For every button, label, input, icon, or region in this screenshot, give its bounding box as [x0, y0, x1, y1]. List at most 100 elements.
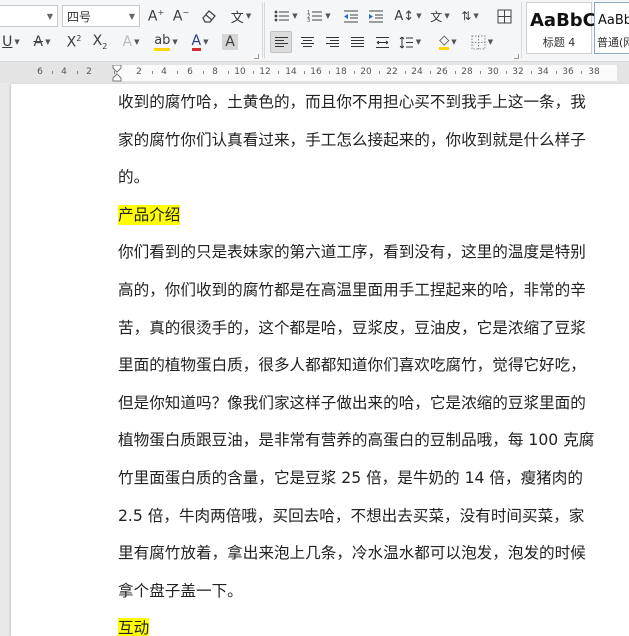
- decrease-indent-button[interactable]: [341, 5, 361, 27]
- ruler-number: 20: [360, 67, 372, 77]
- line-text: 竹里面蛋白质的含量，它是豆浆 25 倍，是牛奶的 14 倍，瘦猪肉的: [118, 468, 583, 487]
- horizontal-ruler[interactable]: 6 4 2 2 4 6 8 10 12 14 16 18 20 22 24 26 28 30 32 34 36 38: [0, 63, 629, 83]
- text-line[interactable]: 但是你知道吗？像我们家这样子做出来的哈，它是浓缩的豆浆里面的: [118, 385, 618, 423]
- show-hide-marks-button[interactable]: ⇅ ▼: [458, 5, 482, 27]
- text-line[interactable]: 的。: [118, 159, 618, 197]
- ruler-tick: [354, 71, 355, 74]
- ruler-tick: [329, 71, 330, 74]
- text-line[interactable]: 竹里面蛋白质的含量，它是豆浆 25 倍，是牛奶的 14 倍，瘦猪肉的: [118, 460, 618, 498]
- numbered-list-icon: 123: [307, 10, 323, 23]
- style-normal-web[interactable]: AaBb 普通(网: [594, 2, 629, 54]
- style-gallery: AaBbC 标题 4 AaBb 普通(网: [526, 2, 629, 58]
- distributed-align-button[interactable]: [371, 31, 393, 53]
- line-text: 高的，你们收到的腐竹都是在高温里面用手工捏起来的哈，非常的辛: [118, 280, 586, 299]
- table-borders-button[interactable]: [494, 5, 514, 27]
- clear-formatting-button[interactable]: [198, 5, 220, 27]
- phonetic-guide-button[interactable]: 文 ▼: [227, 5, 255, 27]
- eraser-icon: [202, 10, 216, 23]
- decrease-font-size-button[interactable]: A−: [171, 5, 191, 27]
- style-heading-4[interactable]: AaBbC 标题 4: [526, 2, 596, 54]
- borders-button[interactable]: ▼: [468, 31, 496, 53]
- ruler-number: 6: [187, 67, 193, 77]
- align-right-button[interactable]: [321, 31, 343, 53]
- text-line[interactable]: 拿个盘子盖一下。: [118, 573, 618, 611]
- font-name-select[interactable]: ▼: [0, 5, 58, 27]
- numbering-button[interactable]: 1 2 3 ▼: [305, 5, 333, 27]
- ruler-tick: [405, 71, 406, 74]
- document-page[interactable]: 收到的腐竹哈，土黄色的，而且你不用担心买不到我手上这一条，我 家的腐竹你们认真看过…: [11, 84, 629, 636]
- chinese-layout-button[interactable]: 文 ▼: [428, 5, 452, 27]
- ruler-number: 16: [310, 67, 322, 77]
- font-color-button[interactable]: A ▼: [186, 31, 214, 53]
- ruler-tick: [455, 71, 456, 74]
- ruler-number: 36: [562, 67, 574, 77]
- font-color-icon: A: [191, 32, 202, 51]
- underline-button[interactable]: U ▼: [0, 31, 22, 53]
- ruler-number: 24: [411, 67, 423, 77]
- text-line[interactable]: 苦，真的很烫手的，这个都是哈，豆浆皮，豆油皮，它是浓缩了豆浆: [118, 310, 618, 348]
- text-line[interactable]: 收到的腐竹哈，土黄色的，而且你不用担心买不到我手上这一条，我: [118, 84, 618, 122]
- ruler-number: 12: [259, 67, 271, 77]
- outdent-icon: [344, 10, 358, 23]
- font-grow-icon: A+: [147, 7, 165, 25]
- distribute-icon: [375, 36, 389, 48]
- highlight-color-button[interactable]: ab ▼: [152, 31, 180, 53]
- font-size-select[interactable]: 四号 ▼: [62, 5, 140, 27]
- line-text: 植物蛋白质跟豆油，是非常有营养的高蛋白的豆制品哦，每 100 克腐: [118, 431, 595, 450]
- highlighted-text: 产品介绍: [118, 204, 181, 225]
- paint-bucket-icon: ◇: [439, 33, 450, 50]
- bullets-button[interactable]: ▼: [272, 5, 300, 27]
- align-center-button[interactable]: [296, 31, 318, 53]
- ruler-tick: [77, 71, 78, 74]
- character-shading-button[interactable]: A: [220, 31, 240, 53]
- line-text: 的。: [118, 168, 150, 187]
- paragraph-shading-button[interactable]: ◇ ▼: [434, 31, 462, 53]
- line-text: 拿个盘子盖一下。: [118, 581, 243, 600]
- align-left-button[interactable]: [270, 31, 292, 53]
- line-text: 里有腐竹放着，拿出来泡上几条，冷水温水都可以泡发，泡发的时候: [118, 544, 586, 563]
- ruler-number: 34: [537, 67, 549, 77]
- bullet-list-icon: [274, 10, 290, 22]
- highlighted-text: 互动: [118, 618, 150, 636]
- increase-indent-button[interactable]: [366, 5, 386, 27]
- ruler-tick: [114, 71, 115, 74]
- strikethrough-button[interactable]: A ▼: [29, 31, 55, 53]
- text-line[interactable]: 高的，你们收到的腐竹都是在高温里面用手工捏起来的哈，非常的辛: [118, 272, 618, 310]
- subscript-button[interactable]: X2: [90, 31, 110, 53]
- ruler-number: 30: [487, 67, 499, 77]
- text-effect-button[interactable]: A ▼: [118, 31, 144, 53]
- text-line[interactable]: 家的腐竹你们认真看过来，手工怎么接起来的，你收到就是什么样子: [118, 122, 618, 160]
- font-dialog-launcher[interactable]: [254, 54, 259, 59]
- wps-writer-window: ▼ 四号 ▼ A+ A− 文 ▼ ▼ 1 2 3 ▼ A↕ ▼ 文 ▼ ⇅ ▼ …: [0, 0, 629, 636]
- font-shrink-icon: A−: [172, 7, 190, 25]
- section-heading[interactable]: 产品介绍: [118, 197, 618, 235]
- text-line[interactable]: 2.5 倍，牛肉两倍哦，买回去哈，不想出去买菜，没有时间买菜，家: [118, 498, 618, 536]
- text-line[interactable]: 里有腐竹放着，拿出来泡上几条，冷水温水都可以泡发，泡发的时候: [118, 535, 618, 573]
- text-line[interactable]: 植物蛋白质跟豆油，是非常有营养的高蛋白的豆制品哦，每 100 克腐: [118, 422, 618, 460]
- line-text: 里面的植物蛋白质，很多人都都知道你们喜欢吃腐竹，觉得它好吃，: [118, 356, 586, 375]
- ruler-number: 22: [386, 67, 398, 77]
- phonetic-icon: 文: [230, 10, 244, 26]
- document-body[interactable]: 收到的腐竹哈，土黄色的，而且你不用担心买不到我手上这一条，我 家的腐竹你们认真看过…: [118, 84, 618, 636]
- highlighter-icon: ab: [154, 33, 171, 51]
- superscript-button[interactable]: X2: [64, 31, 84, 53]
- font-size-value: 四号: [67, 9, 92, 24]
- justify-button[interactable]: [346, 31, 368, 53]
- ruler-number: 8: [212, 67, 218, 77]
- chinese-layout-icon: 文: [430, 9, 443, 24]
- section-heading[interactable]: 互动: [118, 610, 618, 636]
- align-center-icon: [300, 36, 314, 47]
- ruler-number: 4: [161, 67, 167, 77]
- line-spacing-button[interactable]: ▼: [396, 31, 424, 53]
- text-line[interactable]: 里面的植物蛋白质，很多人都都知道你们喜欢吃腐竹，觉得它好吃，: [118, 347, 618, 385]
- text-direction-button[interactable]: A↕ ▼: [394, 5, 422, 27]
- increase-font-size-button[interactable]: A+: [146, 5, 166, 27]
- text-line[interactable]: 你们看到的只是表妹家的第六道工序，看到没有，这里的温度是特别: [118, 234, 618, 272]
- ruler-tick: [480, 71, 481, 74]
- ruler-number: 26: [436, 67, 448, 77]
- paragraph-dialog-launcher[interactable]: [514, 54, 519, 59]
- underline-icon: U: [2, 34, 13, 50]
- ruler-tick: [506, 71, 507, 74]
- ruler-number: 32: [512, 67, 524, 77]
- ruler-tick: [379, 71, 380, 74]
